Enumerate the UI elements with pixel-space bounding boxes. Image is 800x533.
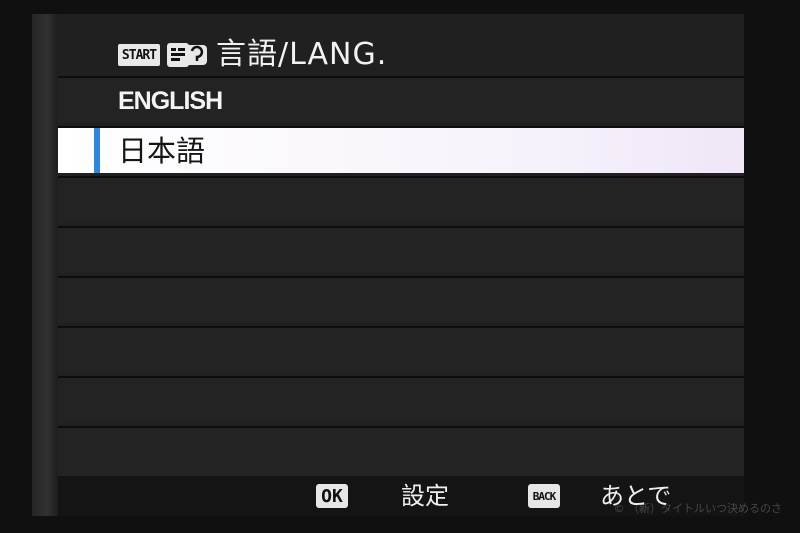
camera-screen: START 言語/LANG. ENGLISH 日本語 OK 設定 BACK あと…: [0, 0, 800, 533]
menu-title: 言語/LANG.: [216, 37, 388, 72]
left-edge-strip: [32, 14, 58, 516]
language-menu: START 言語/LANG. ENGLISH 日本語: [58, 14, 744, 476]
empty-row: [58, 326, 744, 373]
language-option-english[interactable]: ENGLISH: [58, 76, 744, 123]
selection-marker: [94, 128, 100, 173]
empty-row: [58, 276, 744, 323]
language-speech-icon: [167, 43, 207, 67]
ok-button-badge[interactable]: OK: [316, 484, 348, 508]
back-button-badge[interactable]: BACK: [528, 484, 560, 508]
empty-row: [58, 226, 744, 273]
set-label: 設定: [401, 482, 449, 510]
language-option-label: 日本語: [118, 134, 206, 168]
language-option-label: ENGLISH: [118, 87, 223, 115]
empty-row: [58, 176, 744, 223]
empty-row: [58, 376, 744, 423]
language-option-japanese[interactable]: 日本語: [58, 126, 744, 173]
empty-row: [58, 426, 744, 476]
start-tag: START: [118, 44, 160, 66]
watermark: © （新）タイトルいつ決めるのさ: [613, 502, 783, 515]
menu-title-bar: START 言語/LANG.: [58, 14, 744, 76]
